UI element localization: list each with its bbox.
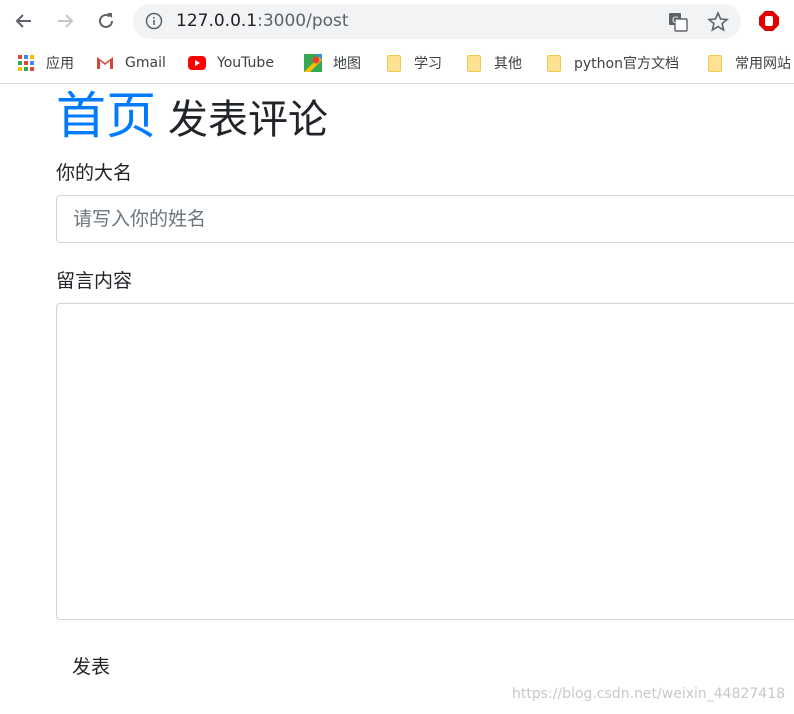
bookmark-maps[interactable]: 地图 — [304, 53, 361, 73]
bookmark-youtube[interactable]: YouTube — [188, 53, 274, 73]
submit-button[interactable]: 发表 — [56, 644, 126, 686]
page-heading: 首页 发表评论 — [56, 86, 328, 146]
bookmarks-bar: 应用 Gmail YouTube 地图 学习 其他 python官方文档 常用网… — [0, 42, 794, 84]
content-textarea[interactable] — [56, 303, 794, 620]
arrow-left-icon — [15, 14, 31, 28]
bookmark-apps[interactable]: 应用 — [17, 53, 74, 73]
apps-grid-icon — [17, 54, 35, 72]
back-button[interactable] — [12, 9, 36, 33]
bookmark-folder-common-sites[interactable]: 常用网站 — [706, 53, 791, 73]
bookmark-folder-study[interactable]: 学习 — [385, 53, 442, 73]
youtube-icon — [188, 54, 206, 72]
reload-icon — [99, 13, 113, 28]
arrow-right-icon — [58, 14, 74, 28]
browser-toolbar: 127.0.0.1:3000/post G — [0, 0, 794, 42]
bookmark-folder-python-docs[interactable]: python官方文档 — [545, 53, 679, 73]
watermark: https://blog.csdn.net/weixin_44827418 — [512, 686, 786, 702]
reload-button[interactable] — [94, 9, 118, 33]
bookmark-star-icon[interactable] — [707, 10, 729, 37]
bookmark-folder-other[interactable]: 其他 — [465, 53, 522, 73]
forward-button[interactable] — [53, 9, 77, 33]
bookmark-label: 常用网站 — [735, 56, 791, 72]
svg-text:G: G — [672, 16, 679, 26]
info-icon[interactable] — [145, 12, 163, 34]
bookmark-label: 应用 — [46, 56, 74, 72]
name-input[interactable] — [56, 195, 794, 243]
url-host: 127.0.0.1 — [176, 11, 258, 31]
content-label: 留言内容 — [56, 270, 133, 292]
url-text[interactable]: 127.0.0.1:3000/post — [176, 11, 349, 31]
url-path: :3000/post — [257, 11, 349, 31]
bookmark-label: 学习 — [414, 56, 442, 72]
bookmark-label: 其他 — [494, 56, 522, 72]
bookmark-label: 地图 — [333, 56, 361, 72]
page-title: 发表评论 — [168, 97, 328, 143]
folder-icon — [706, 54, 724, 72]
gmail-icon — [96, 54, 114, 72]
folder-icon — [385, 54, 403, 72]
bookmark-label: YouTube — [217, 55, 274, 71]
bookmark-label: Gmail — [125, 55, 166, 71]
name-label: 你的大名 — [56, 162, 133, 184]
folder-icon — [465, 54, 483, 72]
maps-icon — [304, 54, 322, 72]
bookmark-label: python官方文档 — [574, 56, 679, 72]
home-link[interactable]: 首页 — [56, 87, 156, 145]
address-bar[interactable]: 127.0.0.1:3000/post G — [133, 4, 741, 39]
adblock-extension-icon[interactable] — [758, 10, 780, 36]
folder-icon — [545, 54, 563, 72]
translate-icon[interactable]: G — [668, 12, 688, 36]
bookmark-gmail[interactable]: Gmail — [96, 53, 166, 73]
